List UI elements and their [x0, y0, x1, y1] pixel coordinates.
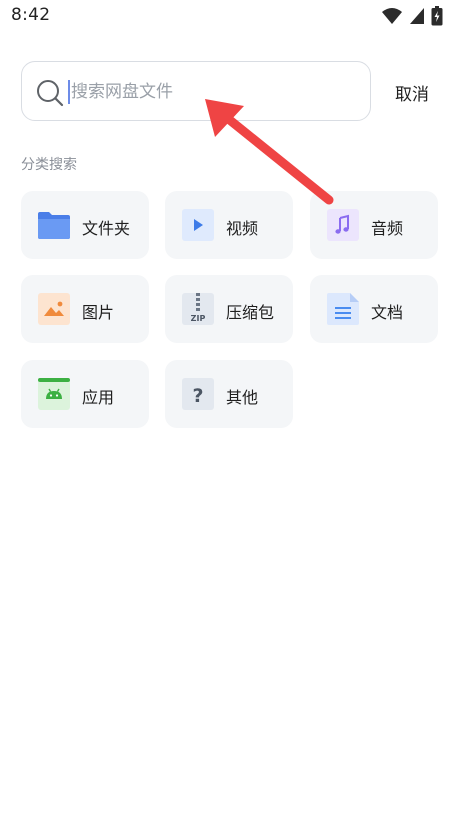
category-label: 视频	[226, 219, 259, 238]
search-icon	[37, 80, 64, 107]
status-time: 8:42	[11, 5, 51, 25]
signal-icon	[410, 8, 424, 24]
android-app-icon	[38, 378, 70, 410]
video-icon	[182, 209, 214, 241]
svg-text:ZIP: ZIP	[191, 314, 206, 323]
zip-icon: ZIP	[182, 293, 214, 325]
category-label: 文件夹	[82, 219, 131, 238]
category-other[interactable]: ? 其他	[165, 360, 293, 428]
category-label: 应用	[82, 388, 115, 407]
category-app[interactable]: 应用	[21, 360, 149, 428]
category-label: 音频	[371, 219, 404, 238]
search-input[interactable]	[71, 78, 351, 106]
category-label: 其他	[226, 388, 259, 407]
image-icon	[38, 293, 70, 325]
status-bar: 8:42	[0, 0, 459, 32]
text-cursor	[68, 80, 70, 104]
document-icon	[327, 293, 359, 325]
category-folder[interactable]: 文件夹	[21, 191, 149, 259]
music-icon	[327, 209, 359, 241]
category-label: 压缩包	[226, 303, 275, 322]
category-image[interactable]: 图片	[21, 275, 149, 343]
battery-charging-icon	[431, 6, 443, 26]
cancel-button[interactable]: 取消	[395, 80, 429, 105]
category-video[interactable]: 视频	[165, 191, 293, 259]
other-icon: ?	[182, 378, 214, 410]
status-icons	[381, 6, 443, 26]
wifi-icon	[382, 8, 402, 24]
category-audio[interactable]: 音频	[310, 191, 438, 259]
category-document[interactable]: 文档	[310, 275, 438, 343]
folder-icon	[38, 212, 70, 239]
category-zip[interactable]: ZIP 压缩包	[165, 275, 293, 343]
svg-text:?: ?	[192, 385, 203, 407]
category-label: 图片	[82, 303, 115, 322]
section-title: 分类搜索	[21, 157, 77, 173]
category-label: 文档	[371, 303, 404, 322]
